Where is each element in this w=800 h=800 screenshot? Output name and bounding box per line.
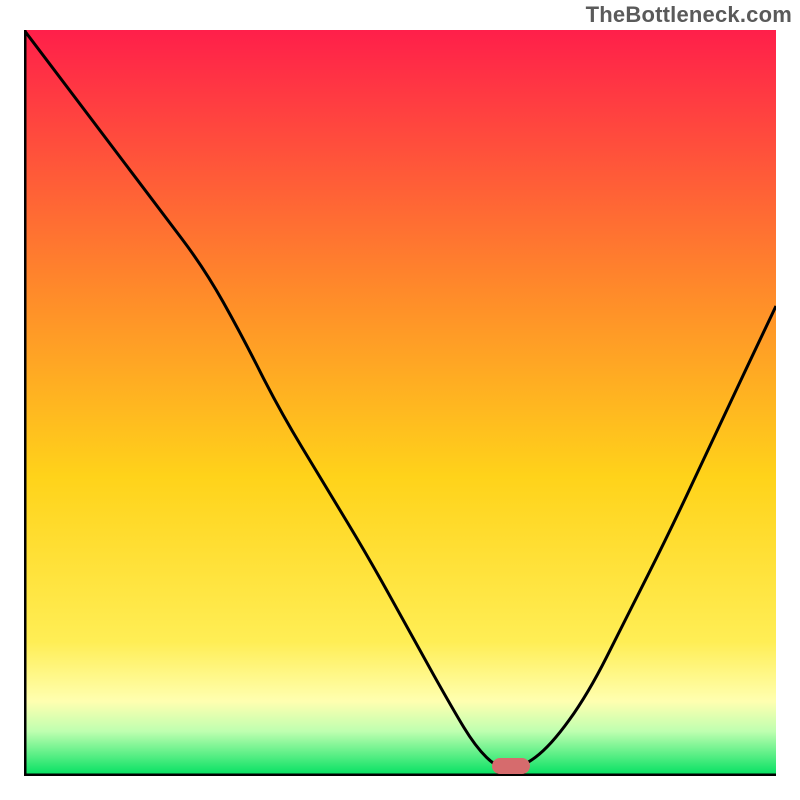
chart-overlay: [24, 30, 776, 776]
attribution-label: TheBottleneck.com: [586, 2, 792, 28]
chart-canvas: TheBottleneck.com: [0, 0, 800, 800]
plot-frame: [24, 30, 776, 776]
optimal-range-marker: [492, 758, 530, 774]
bottleneck-curve: [24, 30, 776, 769]
